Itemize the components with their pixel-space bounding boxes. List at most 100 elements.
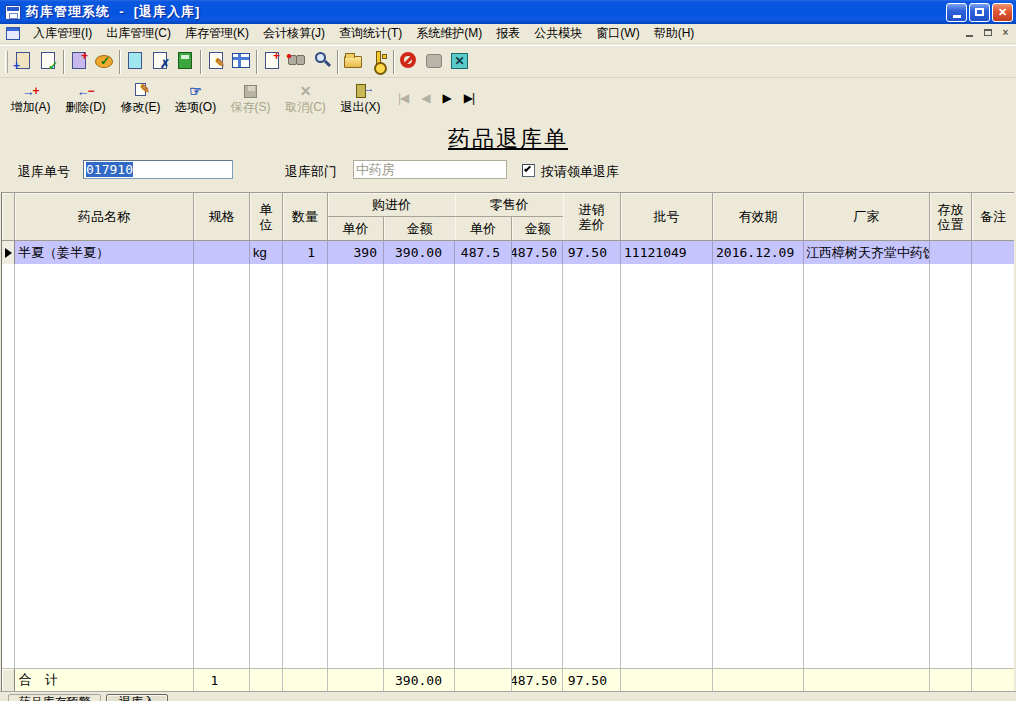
toolbar-drag-handle[interactable] bbox=[5, 51, 8, 73]
footer-empty-cell bbox=[250, 669, 283, 691]
header-qty: 数量 bbox=[283, 193, 328, 240]
find-record-icon[interactable]: ● bbox=[285, 49, 310, 74]
modify-button[interactable]: ✎ 修改(E) bbox=[113, 79, 168, 116]
header-retail-amount: 金额 bbox=[512, 217, 563, 240]
mdi-minimize-button[interactable] bbox=[963, 27, 976, 40]
key-icon[interactable] bbox=[366, 49, 391, 74]
footer-empty-cell bbox=[930, 669, 972, 691]
cell-retail-price[interactable]: 487.5 bbox=[455, 241, 512, 264]
approve-doc-icon[interactable]: ✓ bbox=[36, 49, 61, 74]
delete-button[interactable]: ←− 删除(D) bbox=[58, 79, 113, 116]
header-note: 备注 bbox=[972, 193, 1014, 240]
menu-inventory[interactable]: 库存管理(K) bbox=[178, 24, 256, 43]
toolbar-separator bbox=[393, 50, 395, 74]
footer-retail-amount-total: 487.50 bbox=[512, 669, 563, 691]
cell-purchase-price[interactable]: 390 bbox=[328, 241, 384, 264]
menu-report[interactable]: 报表 bbox=[489, 24, 527, 43]
mdi-restore-button[interactable] bbox=[981, 27, 994, 40]
copy-doc-icon[interactable] bbox=[123, 49, 148, 74]
mdi-child-icon bbox=[6, 27, 20, 40]
status-bar: 药品库存预警 退库入库 bbox=[0, 691, 1016, 701]
toolbar-separator bbox=[119, 50, 121, 74]
add-record-icon[interactable]: + bbox=[67, 49, 92, 74]
menu-outbound[interactable]: 出库管理(C) bbox=[99, 24, 178, 43]
forbid-icon[interactable] bbox=[397, 49, 422, 74]
mdi-close-button[interactable]: × bbox=[999, 27, 1012, 40]
nav-prior-button[interactable]: ◀ bbox=[421, 91, 429, 105]
row-selector-cell bbox=[2, 241, 15, 264]
toolbar-separator bbox=[256, 50, 258, 74]
cell-note[interactable] bbox=[972, 241, 1014, 264]
body-column bbox=[283, 264, 328, 668]
close-window-icon[interactable]: ✕ bbox=[447, 49, 472, 74]
cell-maker[interactable]: 江西樟树天齐堂中药饮 bbox=[804, 241, 930, 264]
close-button[interactable]: ✕ bbox=[992, 3, 1013, 22]
body-column bbox=[384, 264, 455, 668]
cell-purchase-amount[interactable]: 390.00 bbox=[384, 241, 455, 264]
cell-diff[interactable]: 97.50 bbox=[563, 241, 621, 264]
action-toolbar: →+ 增加(A) ←− 删除(D) ✎ 修改(E) ☞ 选项(O) 保存(S) … bbox=[0, 77, 1016, 117]
cell-retail-amount[interactable]: 487.50 bbox=[512, 241, 563, 264]
data-grid-icon[interactable] bbox=[229, 49, 254, 74]
footer-empty-cell bbox=[972, 669, 1014, 691]
modify-icon: ✎ bbox=[135, 82, 146, 100]
exit-button[interactable]: 退出(X) bbox=[333, 79, 388, 116]
minimize-button[interactable] bbox=[946, 3, 967, 22]
menu-window[interactable]: 窗口(W) bbox=[589, 24, 646, 43]
current-row-arrow-icon bbox=[5, 248, 12, 258]
footer-purchase-amount-total: 390.00 bbox=[384, 669, 455, 691]
cell-name[interactable]: 半夏（姜半夏） bbox=[15, 241, 194, 264]
menu-maintenance[interactable]: 系统维护(M) bbox=[409, 24, 489, 43]
confirm-icon[interactable]: ✓ bbox=[92, 49, 117, 74]
search-icon[interactable] bbox=[310, 49, 335, 74]
toolbar-separator bbox=[63, 50, 65, 74]
body-column bbox=[713, 264, 804, 668]
open-folder-icon[interactable] bbox=[341, 49, 366, 74]
nav-last-button[interactable]: ▶| bbox=[464, 91, 474, 105]
return-by-request-label: 按请领单退库 bbox=[541, 163, 619, 181]
options-button[interactable]: ☞ 选项(O) bbox=[168, 79, 223, 116]
add-doc-icon[interactable]: + bbox=[260, 49, 285, 74]
cell-spec[interactable] bbox=[194, 241, 250, 264]
tab-return-inbound[interactable]: 退库入库 bbox=[106, 694, 168, 701]
body-column bbox=[250, 264, 283, 668]
save-icon bbox=[244, 82, 257, 100]
nav-next-button[interactable]: ▶ bbox=[443, 91, 451, 105]
body-column bbox=[15, 264, 194, 668]
menu-bar: 入库管理(I) 出库管理(C) 库存管理(K) 会计核算(J) 查询统计(T) … bbox=[0, 24, 1016, 44]
cell-qty[interactable]: 1 bbox=[283, 241, 328, 264]
dept-input[interactable]: 中药房 bbox=[353, 160, 507, 179]
new-form-icon[interactable]: + bbox=[11, 49, 36, 74]
footer-empty-cell bbox=[455, 669, 512, 691]
return-by-request-checkbox[interactable]: ✓ bbox=[522, 164, 535, 177]
menu-accounting[interactable]: 会计核算(J) bbox=[256, 24, 332, 43]
footer-selector-cell bbox=[2, 669, 15, 691]
cancel-button[interactable]: ✕ 取消(C) bbox=[278, 79, 333, 116]
cell-storage[interactable] bbox=[930, 241, 972, 264]
order-no-input[interactable]: 017910 bbox=[83, 160, 233, 179]
tab-stock-warning[interactable]: 药品库存预警 bbox=[8, 694, 101, 701]
nav-first-button[interactable]: |◀ bbox=[398, 91, 408, 105]
cancel-doc-icon[interactable]: ✗ bbox=[148, 49, 173, 74]
body-column bbox=[2, 264, 15, 668]
menu-query[interactable]: 查询统计(T) bbox=[332, 24, 409, 43]
menu-inbound[interactable]: 入库管理(I) bbox=[26, 24, 99, 43]
header-spec: 规格 bbox=[194, 193, 250, 240]
menu-common[interactable]: 公共模块 bbox=[527, 24, 589, 43]
table-row[interactable]: 半夏（姜半夏） kg 1 390 390.00 487.5 487.50 97.… bbox=[2, 241, 1014, 264]
calculator-icon[interactable] bbox=[173, 49, 198, 74]
footer-empty-cell bbox=[713, 669, 804, 691]
body-column bbox=[621, 264, 713, 668]
header-expiry: 有效期 bbox=[713, 193, 804, 240]
cell-batch[interactable]: 11121049 bbox=[621, 241, 713, 264]
menu-help[interactable]: 帮助(H) bbox=[647, 24, 702, 43]
footer-empty-cell bbox=[328, 669, 384, 691]
restore-button[interactable] bbox=[969, 3, 990, 22]
save-button[interactable]: 保存(S) bbox=[223, 79, 278, 116]
cell-expiry[interactable]: 2016.12.09 bbox=[713, 241, 804, 264]
cell-unit[interactable]: kg bbox=[250, 241, 283, 264]
header-unit: 单位 bbox=[250, 193, 283, 240]
edit-doc-icon[interactable]: ✎ bbox=[204, 49, 229, 74]
stop-icon[interactable] bbox=[422, 49, 447, 74]
add-button[interactable]: →+ 增加(A) bbox=[3, 79, 58, 116]
